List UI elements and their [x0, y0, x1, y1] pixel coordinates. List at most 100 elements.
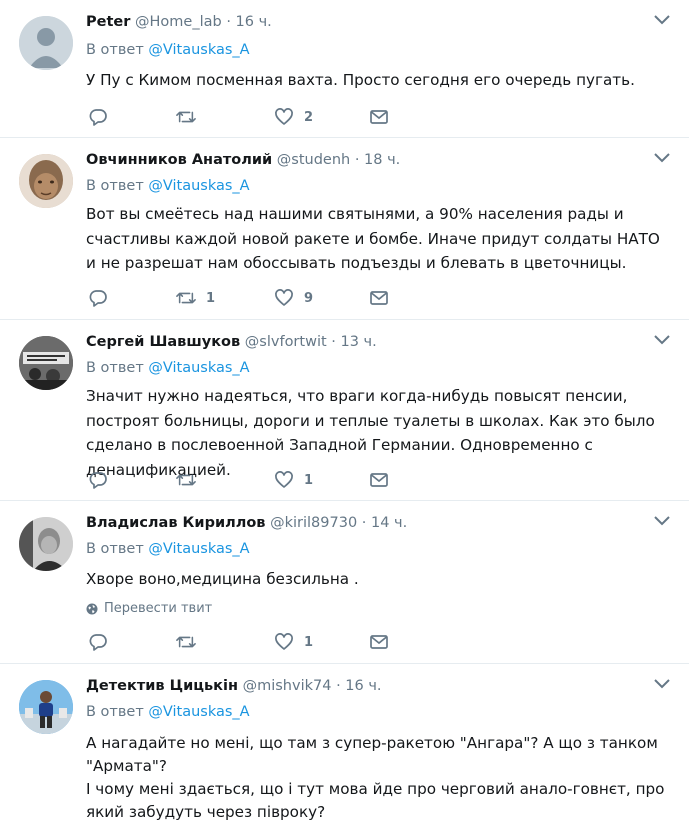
author-handle[interactable]: @studenh — [277, 152, 350, 168]
like-icon — [275, 108, 293, 125]
direct-message-icon — [370, 291, 388, 305]
tweet-timestamp[interactable]: 16 ч. — [236, 14, 272, 30]
retweet-icon — [176, 111, 196, 123]
direct-message-icon — [370, 110, 388, 124]
reply-icon — [89, 634, 107, 651]
tweet-actions: 2 — [86, 106, 406, 128]
retweet-button[interactable]: 1 — [176, 287, 215, 309]
like-icon — [275, 471, 293, 488]
avatar[interactable] — [19, 16, 73, 70]
direct-message-button[interactable] — [369, 631, 389, 653]
reply-button[interactable] — [88, 631, 108, 653]
tweet-timestamp[interactable]: 14 ч. — [371, 515, 407, 531]
reply-mention[interactable]: @Vitauskas_A — [148, 178, 249, 194]
like-count: 1 — [304, 634, 314, 650]
retweet-icon — [176, 474, 196, 486]
tweet-timestamp[interactable]: 13 ч. — [341, 334, 377, 350]
tweet-actions: 1 9 — [86, 287, 406, 309]
separator-dot: · — [226, 14, 231, 30]
reply-prefix: В ответ — [86, 541, 144, 557]
avatar[interactable] — [19, 154, 73, 208]
retweet-button[interactable] — [176, 469, 206, 491]
author-handle[interactable]: @kiril89730 — [270, 515, 357, 531]
reply-context: В ответ @Vitauskas_A — [86, 704, 250, 720]
separator-dot: · — [354, 152, 360, 168]
tweet-actions: 1 — [86, 469, 406, 491]
retweet-icon — [176, 636, 196, 648]
reply-mention[interactable]: @Vitauskas_A — [148, 42, 249, 58]
like-button[interactable]: 1 — [274, 469, 313, 491]
avatar[interactable] — [19, 517, 73, 571]
tweet[interactable]: Сергей Шавшуков @slvfortwit · 13 ч. В от… — [0, 320, 689, 501]
retweet-count: 1 — [206, 290, 216, 306]
reply-button[interactable] — [88, 287, 108, 309]
reply-prefix: В ответ — [86, 704, 144, 720]
author-name[interactable]: Владислав Кириллов — [86, 515, 265, 531]
chevron-down-icon[interactable] — [653, 678, 671, 690]
tweet-text: Вот вы смеётесь над нашими святынями, а … — [86, 205, 660, 272]
like-button[interactable]: 2 — [274, 106, 313, 128]
retweet-icon — [176, 292, 196, 304]
tweet-text: Значит нужно надеяться, что враги когда-… — [86, 387, 655, 479]
tweet[interactable]: Овчинников Анатолий @studenh · 18 ч. В о… — [0, 138, 689, 320]
chevron-down-icon[interactable] — [653, 515, 671, 527]
author-handle[interactable]: @Home_lab — [135, 14, 222, 30]
tweet[interactable]: Владислав Кириллов @kiril89730 · 14 ч. В… — [0, 501, 689, 664]
like-icon — [275, 289, 293, 306]
direct-message-icon — [370, 635, 388, 649]
author-name[interactable]: Овчинников Анатолий — [86, 152, 272, 168]
separator-dot: · — [361, 515, 367, 531]
tweet-text: А нагадайте но мені, що там з супер-раке… — [86, 734, 665, 821]
author-name[interactable]: Сергей Шавшуков — [86, 334, 240, 350]
tweet-actions: 1 — [86, 631, 406, 653]
tweet-timestamp[interactable]: 18 ч. — [364, 152, 400, 168]
reply-prefix: В ответ — [86, 360, 144, 376]
tweet[interactable]: Peter @Home_lab · 16 ч. В ответ @Vitausk… — [0, 0, 689, 138]
retweet-button[interactable] — [176, 631, 206, 653]
direct-message-button[interactable] — [369, 106, 389, 128]
chevron-down-icon[interactable] — [653, 152, 671, 164]
chevron-down-icon[interactable] — [653, 14, 671, 26]
reply-context: В ответ @Vitauskas_A — [86, 42, 250, 58]
reply-mention[interactable]: @Vitauskas_A — [148, 704, 249, 720]
reply-mention[interactable]: @Vitauskas_A — [148, 360, 249, 376]
default-avatar-icon — [19, 16, 73, 70]
tweet-header: Овчинников Анатолий @studenh · 18 ч. — [86, 152, 400, 168]
direct-message-icon — [370, 473, 388, 487]
reply-button[interactable] — [88, 469, 108, 491]
tweet[interactable]: Детектив Цицькін @mishvik74 · 16 ч. В от… — [0, 664, 689, 825]
tweet-header: Детектив Цицькін @mishvik74 · 16 ч. — [86, 678, 382, 694]
like-button[interactable]: 9 — [274, 287, 313, 309]
author-handle[interactable]: @slvfortwit — [245, 334, 327, 350]
author-handle[interactable]: @mishvik74 — [243, 678, 332, 694]
reply-prefix: В ответ — [86, 42, 144, 58]
like-count: 2 — [304, 109, 314, 125]
reply-mention[interactable]: @Vitauskas_A — [148, 541, 249, 557]
direct-message-button[interactable] — [369, 287, 389, 309]
translate-label: Перевести твит — [104, 601, 213, 616]
reply-button[interactable] — [88, 106, 108, 128]
tweet-text: Хворе воно,медицина безсильна . — [86, 570, 359, 588]
avatar[interactable] — [19, 336, 73, 390]
translate-tweet-link[interactable]: Перевести твит — [86, 601, 212, 616]
globe-icon — [86, 603, 98, 614]
separator-dot: · — [331, 334, 336, 350]
author-name[interactable]: Детектив Цицькін — [86, 678, 238, 694]
like-button[interactable]: 1 — [274, 631, 313, 653]
avatar-photo-icon — [19, 517, 73, 571]
reply-context: В ответ @Vitauskas_A — [86, 360, 250, 376]
avatar[interactable] — [19, 680, 73, 734]
avatar-photo-icon — [19, 154, 73, 208]
reply-context: В ответ @Vitauskas_A — [86, 541, 250, 557]
retweet-button[interactable] — [176, 106, 206, 128]
tweet-timestamp[interactable]: 16 ч. — [345, 678, 381, 694]
tweet-text: У Пу с Кимом посменная вахта. Просто сег… — [86, 71, 635, 89]
avatar-photo-icon — [19, 336, 73, 390]
chevron-down-icon[interactable] — [653, 334, 671, 346]
author-name[interactable]: Peter — [86, 14, 130, 30]
reply-prefix: В ответ — [86, 178, 144, 194]
direct-message-button[interactable] — [369, 469, 389, 491]
like-count: 9 — [304, 290, 314, 306]
avatar-photo-icon — [19, 680, 73, 734]
tweet-header: Сергей Шавшуков @slvfortwit · 13 ч. — [86, 334, 377, 350]
